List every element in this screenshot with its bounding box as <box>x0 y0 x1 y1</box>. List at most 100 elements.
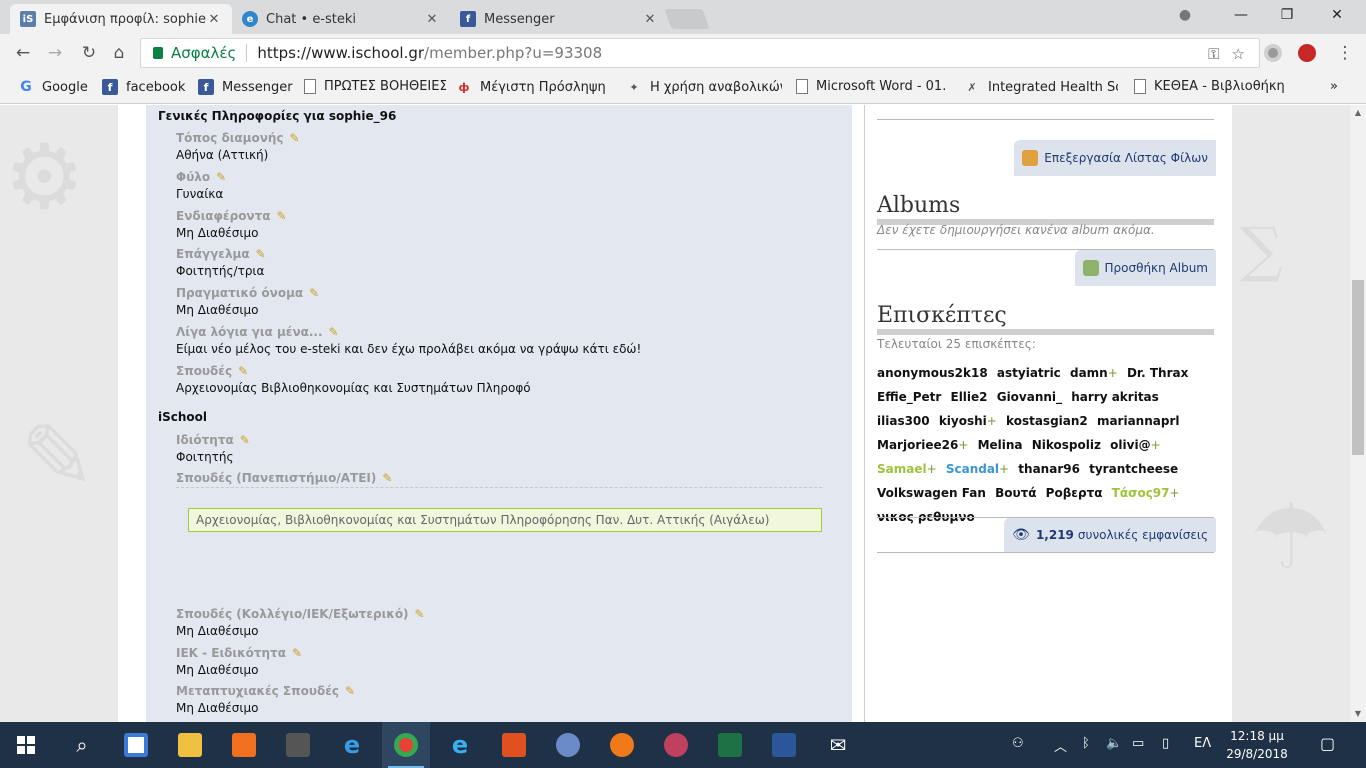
close-icon[interactable]: ✕ <box>424 12 440 27</box>
scrollbar-thumb[interactable] <box>1352 280 1364 455</box>
visitor-link[interactable]: Ellie2 <box>951 390 988 404</box>
star-icon[interactable]: ☆ <box>1232 45 1245 63</box>
visitor-link[interactable]: Marjoriee26 <box>877 438 958 452</box>
snipping-icon[interactable] <box>652 722 700 768</box>
key-icon[interactable]: ⚿ <box>1208 45 1219 63</box>
new-tab-button[interactable] <box>664 9 710 29</box>
paint-icon[interactable] <box>544 722 592 768</box>
visitor-link[interactable]: harry akritas <box>1071 390 1159 404</box>
add-album-button[interactable]: Προσθήκη Album <box>1074 250 1216 286</box>
minimize-button[interactable]: — <box>1218 0 1264 30</box>
close-icon[interactable]: ✕ <box>642 12 658 27</box>
office-icon[interactable] <box>490 722 538 768</box>
scroll-down-arrow[interactable]: ▼ <box>1350 706 1366 722</box>
excel-icon[interactable] <box>706 722 754 768</box>
visitor-link[interactable]: thanar96 <box>1018 462 1080 476</box>
pencil-icon[interactable]: ✎ <box>415 607 425 621</box>
pencil-icon[interactable]: ✎ <box>238 364 248 378</box>
edge-icon[interactable]: e <box>328 722 376 768</box>
show-hidden-icons[interactable]: ︿ <box>1054 736 1067 755</box>
bookmarks-more-button[interactable]: » <box>1330 79 1344 94</box>
reload-icon[interactable]: ↻ <box>78 42 100 64</box>
pencil-icon[interactable]: ✎ <box>277 209 287 223</box>
bookmark-messenger[interactable]: f Messenger <box>198 79 294 95</box>
visitor-link[interactable]: kostasgian2 <box>1006 414 1088 428</box>
pencil-icon[interactable]: ✎ <box>256 247 266 261</box>
visitor-link[interactable]: Samael <box>877 462 927 476</box>
restore-button[interactable]: ❐ <box>1264 0 1310 30</box>
language-indicator[interactable]: ΕΛ <box>1194 736 1211 751</box>
bookmark-anabolics[interactable]: ✦ Η χρήση αναβολικών <box>626 79 782 95</box>
ie-icon[interactable]: e <box>436 722 484 768</box>
word-icon[interactable] <box>760 722 808 768</box>
address-bar[interactable]: Ασφαλές https://www.ischool.gr /member.p… <box>140 38 1260 68</box>
pencil-icon[interactable]: ✎ <box>329 325 339 339</box>
visitor-link[interactable]: Effie_Petr <box>877 390 941 404</box>
people-icon[interactable]: ⚇ <box>1012 736 1024 751</box>
visitor-link[interactable]: ilias300 <box>877 414 930 428</box>
back-icon[interactable]: ← <box>12 42 34 64</box>
store-icon[interactable] <box>112 722 160 768</box>
media-player-icon[interactable] <box>220 722 268 768</box>
visitor-link[interactable]: Τάσος97 <box>1112 486 1170 500</box>
calculator-icon[interactable] <box>274 722 322 768</box>
tab-chat[interactable]: e Chat • e-steki ✕ <box>232 4 450 34</box>
visitor-link[interactable]: Dr. Thrax <box>1127 366 1188 380</box>
pencil-icon[interactable]: ✎ <box>240 433 250 447</box>
bookmark-max-intake[interactable]: ф Μέγιστη Πρόσληψη ( <box>456 79 608 95</box>
bookmark-integrated-health[interactable]: ✗ Integrated Health Sol <box>964 79 1118 95</box>
scroll-up-arrow[interactable]: ▲ <box>1350 105 1366 121</box>
edit-friends-button[interactable]: Επεξεργασία Λίστας Φίλων <box>1014 140 1216 176</box>
bookmark-word[interactable]: Microsoft Word - 01. <box>796 79 948 94</box>
visitor-link[interactable]: anonymous2k18 <box>877 366 988 380</box>
field-label: Πραγματικό όνομα ✎ <box>176 286 320 300</box>
chrome-icon[interactable] <box>382 722 430 768</box>
volume-icon[interactable]: 🔈 <box>1106 736 1122 751</box>
pencil-icon[interactable]: ✎ <box>290 131 300 145</box>
tab-messenger[interactable]: f Messenger ✕ <box>450 4 668 34</box>
visitor-link[interactable]: Nikospoliz <box>1032 438 1101 452</box>
friend-plus-icon: + <box>958 438 969 452</box>
visitor-link[interactable]: damn <box>1070 366 1108 380</box>
visitor-link[interactable]: kiyoshi <box>939 414 987 428</box>
search-icon[interactable]: ⌕ <box>58 722 106 768</box>
extension-icon[interactable] <box>1264 44 1282 62</box>
home-icon[interactable]: ⌂ <box>108 42 130 64</box>
firefox-icon[interactable] <box>598 722 646 768</box>
explorer-icon[interactable] <box>166 722 214 768</box>
page-scrollbar[interactable]: ▲ ▼ <box>1350 105 1366 722</box>
bookmark-google[interactable]: G Google <box>18 79 98 95</box>
bookmark-first-aid[interactable]: ΠΡΩΤΕΣ ΒΟΗΘΕΙΕΣ <box>304 79 446 94</box>
pencil-icon[interactable]: ✎ <box>292 646 302 660</box>
pencil-icon[interactable]: ✎ <box>309 286 319 300</box>
pencil-icon[interactable]: ✎ <box>382 471 392 485</box>
mail-icon[interactable]: ✉ <box>814 722 862 768</box>
clock[interactable]: 12:18 μμ 29/8/2018 <box>1222 727 1292 763</box>
close-window-button[interactable]: ✕ <box>1314 0 1360 30</box>
visitor-link[interactable]: olivi@ <box>1110 438 1150 452</box>
forward-icon[interactable]: → <box>44 42 66 64</box>
visitor-link[interactable]: astyiatric <box>997 366 1061 380</box>
visitor-link[interactable]: Scandal <box>946 462 999 476</box>
visitor-link[interactable]: Volkswagen Fan <box>877 486 986 500</box>
menu-icon[interactable]: ⋮ <box>1334 42 1356 64</box>
network-icon[interactable]: ▭ <box>1132 736 1144 751</box>
visitor-link[interactable]: Ροβερτα <box>1046 486 1103 500</box>
user-icon[interactable]: ● <box>1162 0 1208 30</box>
tab-profile[interactable]: iS Εμφάνιση προφίλ: sophie ✕ <box>10 4 232 34</box>
visitor-link[interactable]: mariannaprl <box>1097 414 1180 428</box>
start-button[interactable] <box>2 722 50 768</box>
adblock-icon[interactable] <box>1298 44 1316 62</box>
visitor-link[interactable]: tyrantcheese <box>1089 462 1178 476</box>
bluetooth-icon[interactable]: ᛒ <box>1082 736 1090 751</box>
bookmark-kethea[interactable]: ΚΕΘΕΑ - Βιβλιοθήκη <box>1134 79 1284 94</box>
battery-icon[interactable]: ▯ <box>1162 736 1169 751</box>
pencil-icon[interactable]: ✎ <box>345 684 355 698</box>
visitor-link[interactable]: Giovanni_ <box>997 390 1062 404</box>
visitor-link[interactable]: Melina <box>978 438 1023 452</box>
close-icon[interactable]: ✕ <box>206 12 222 27</box>
visitor-link[interactable]: Βουτά <box>995 486 1036 500</box>
bookmark-facebook[interactable]: f facebook <box>102 79 188 95</box>
notifications-icon[interactable]: ▢ <box>1320 734 1335 753</box>
pencil-icon[interactable]: ✎ <box>216 170 226 184</box>
